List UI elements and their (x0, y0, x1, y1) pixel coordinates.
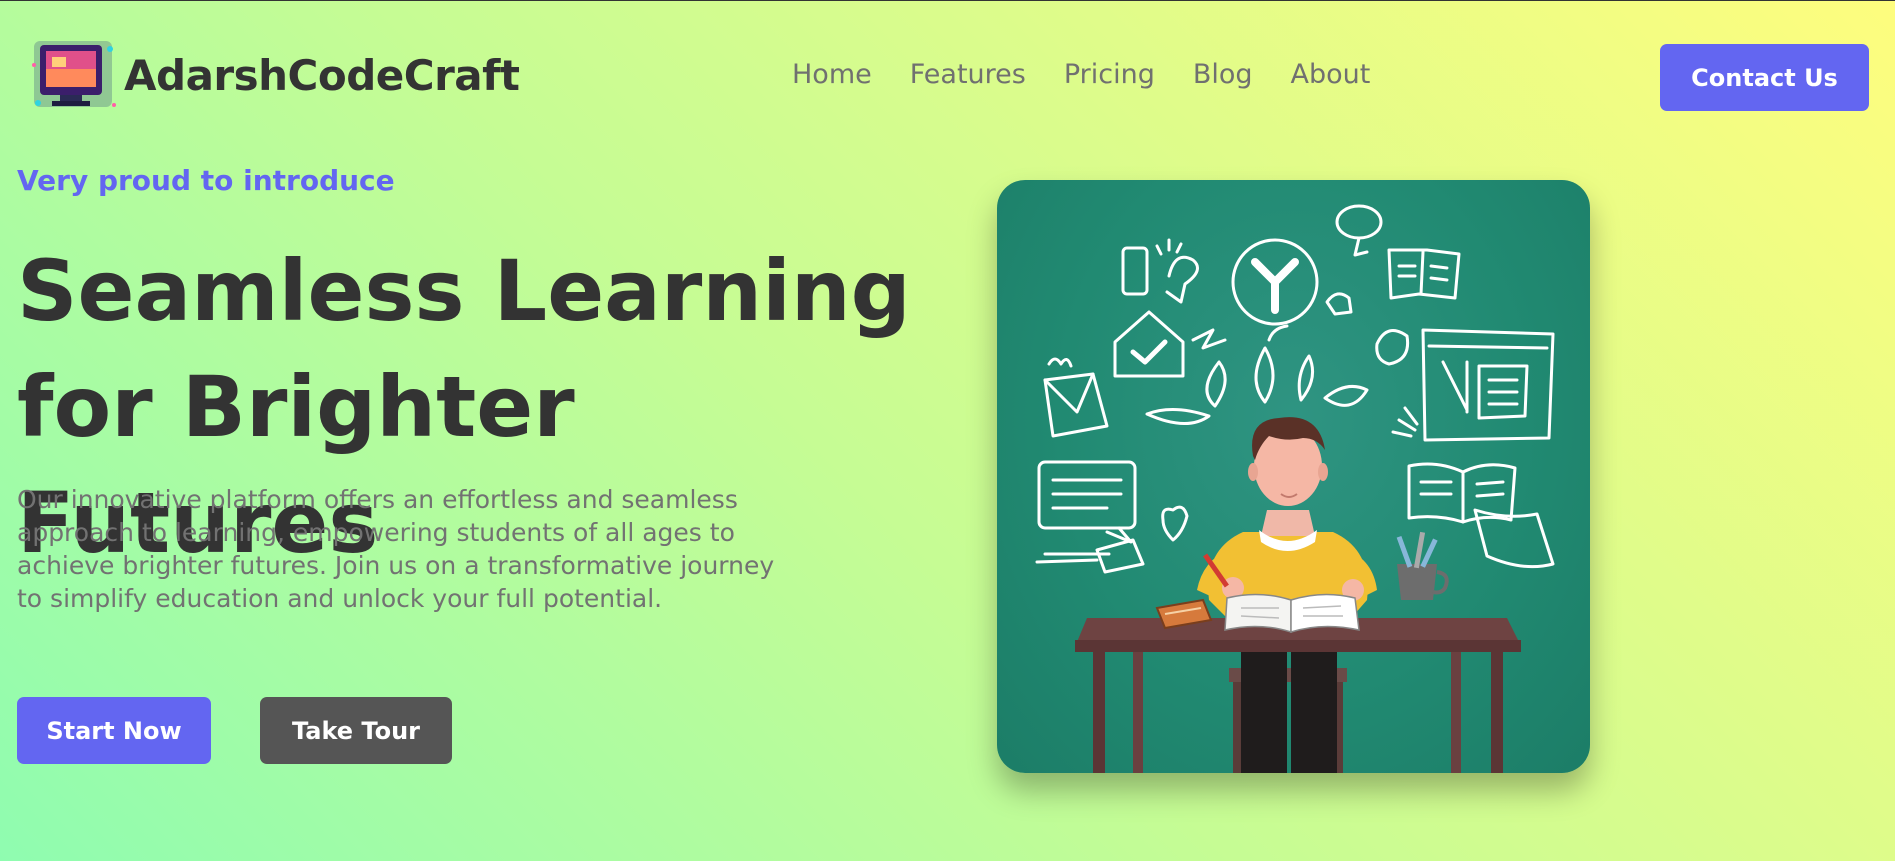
illustration-graphic (1035, 204, 1555, 773)
nav-about[interactable]: About (1291, 59, 1371, 90)
contact-us-button[interactable]: Contact Us (1660, 44, 1869, 111)
hero-description: Our innovative platform offers an effort… (17, 485, 775, 613)
nav-features[interactable]: Features (910, 59, 1026, 90)
brand-logo[interactable]: AdarshCodeCraft (30, 35, 520, 115)
student-studying-illustration (997, 180, 1590, 773)
nav-blog[interactable]: Blog (1193, 59, 1253, 90)
headline-line-1: Seamless Learning (17, 242, 911, 340)
hero-eyebrow: Very proud to introduce (17, 164, 395, 197)
brand-name: AdarshCodeCraft (124, 50, 520, 100)
main-nav: Home Features Pricing Blog About (792, 59, 1370, 90)
start-now-button[interactable]: Start Now (17, 697, 211, 764)
retro-monitor-icon (30, 35, 120, 115)
nav-pricing[interactable]: Pricing (1064, 59, 1155, 90)
take-tour-button[interactable]: Take Tour (260, 697, 452, 764)
nav-home[interactable]: Home (792, 59, 872, 90)
